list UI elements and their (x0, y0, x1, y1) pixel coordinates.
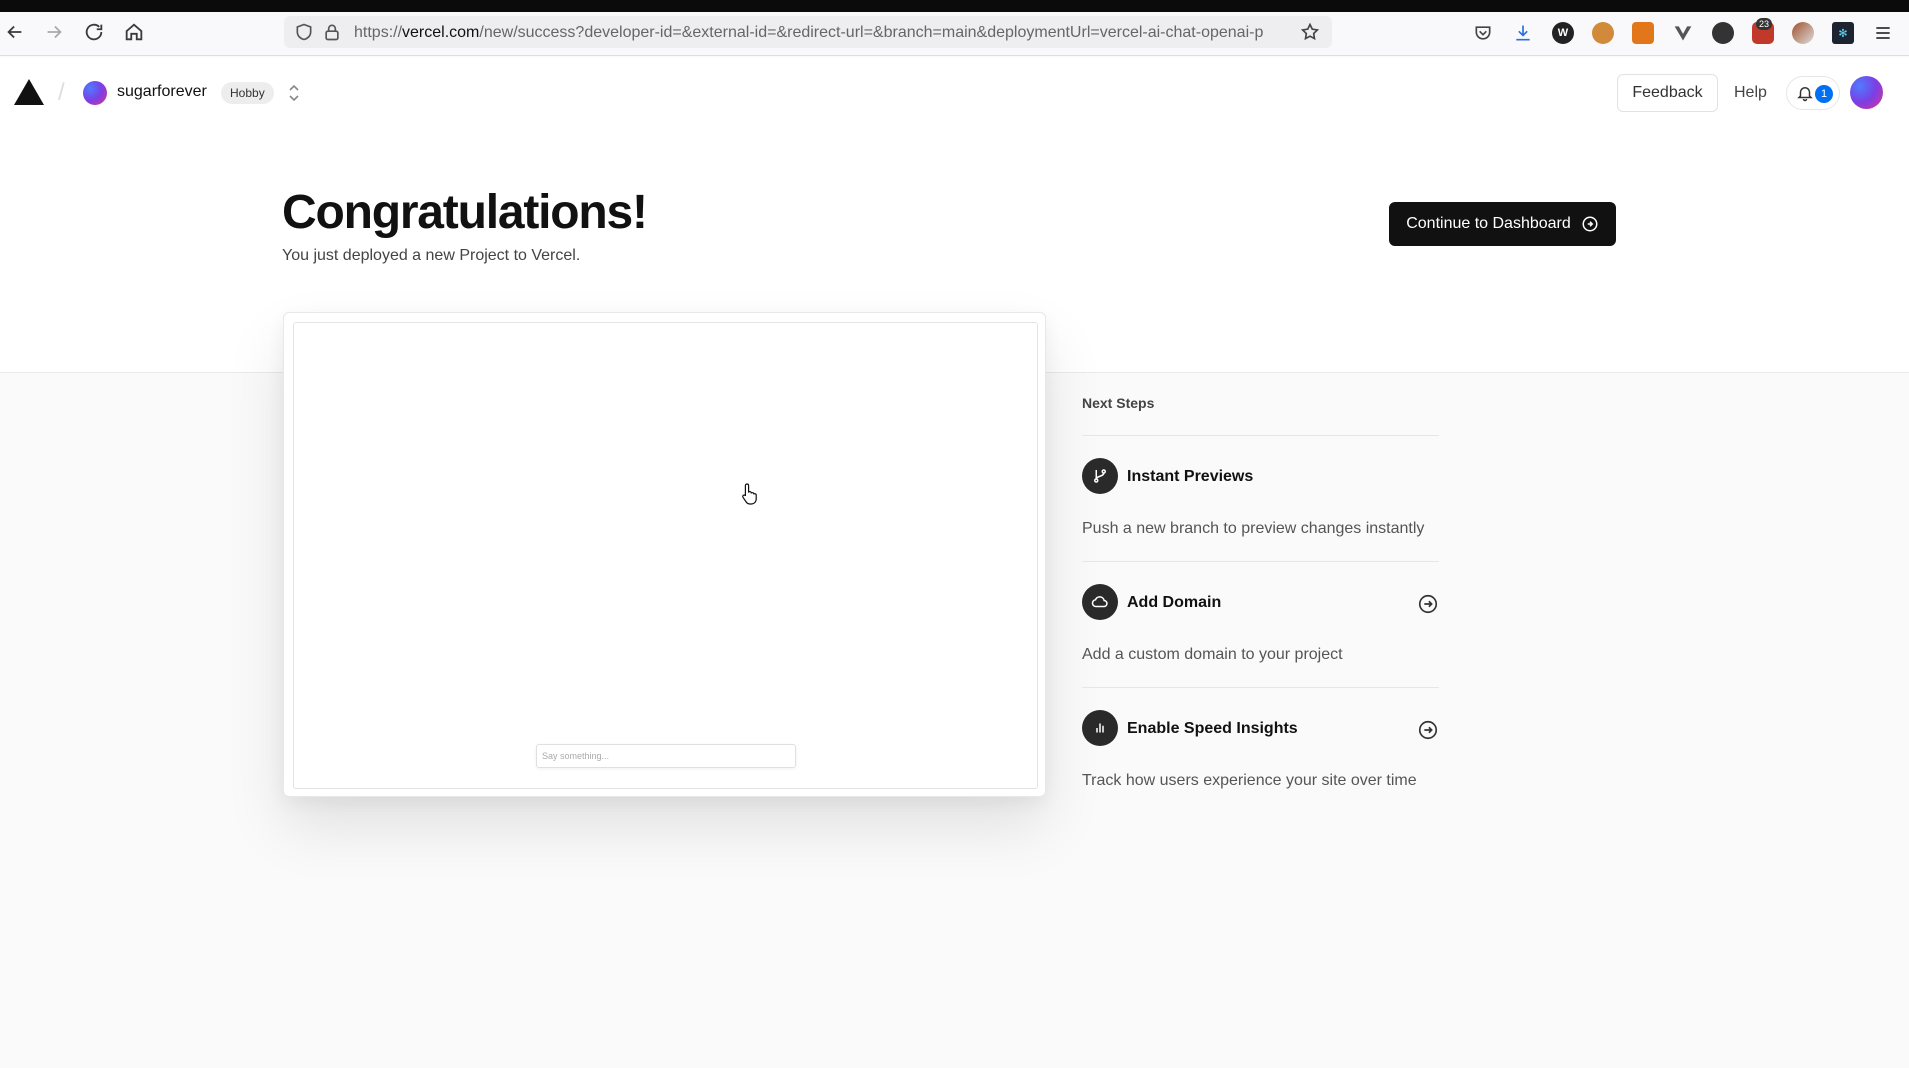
cookie-icon[interactable] (1592, 22, 1614, 44)
deployment-preview-screenshot[interactable]: Say something... (293, 322, 1038, 789)
cloud-icon (1082, 584, 1118, 620)
reload-icon[interactable] (83, 21, 105, 43)
team-name[interactable]: sugarforever (117, 83, 207, 101)
help-link[interactable]: Help (1734, 84, 1767, 102)
next-step-speed-insights[interactable]: Enable Speed Insights Track how users ex… (1082, 688, 1439, 814)
continue-to-dashboard-button[interactable]: Continue to Dashboard (1389, 202, 1616, 246)
next-step-instant-previews[interactable]: Instant Previews Push a new branch to pr… (1082, 436, 1439, 562)
hand-pointer-cursor-icon (742, 483, 757, 505)
next-step-name: Add Domain (1127, 594, 1222, 611)
url-host: vercel.com (402, 24, 480, 41)
breadcrumb-separator: / (58, 79, 65, 106)
next-step-name: Enable Speed Insights (1127, 720, 1298, 737)
window-top-strip (0, 0, 1909, 12)
team-switcher-chevrons-icon[interactable] (287, 81, 301, 105)
team-avatar[interactable] (83, 81, 107, 105)
arrow-circle-right-icon[interactable] (1417, 593, 1439, 615)
preview-chat-input: Say something... (536, 744, 796, 768)
forward-icon[interactable] (43, 21, 65, 43)
arrow-circle-right-icon (1582, 216, 1598, 232)
preview-chat-placeholder: Say something... (542, 751, 610, 761)
react-devtools-icon[interactable]: ✻ (1832, 22, 1854, 44)
url-text[interactable]: https://vercel.com/new/success?developer… (354, 24, 1294, 42)
page-title: Congratulations! (282, 186, 648, 239)
back-icon[interactable] (4, 21, 26, 43)
dark-mode-icon[interactable] (1712, 22, 1734, 44)
tampermonkey-icon[interactable] (1792, 22, 1814, 44)
bell-icon (1796, 84, 1814, 102)
wikipedia-icon[interactable]: W (1552, 22, 1574, 44)
vue-devtools-icon[interactable] (1672, 22, 1694, 44)
next-step-description: Track how users experience your site ove… (1082, 772, 1417, 789)
url-prefix: https:// (354, 24, 403, 41)
continue-to-dashboard-label: Continue to Dashboard (1406, 215, 1571, 232)
user-avatar[interactable] (1850, 76, 1883, 109)
next-step-description: Push a new branch to preview changes ins… (1082, 520, 1425, 537)
deployment-preview-card[interactable]: Say something... (283, 312, 1046, 797)
next-step-description: Add a custom domain to your project (1082, 646, 1343, 663)
tracking-shield-icon[interactable] (294, 22, 314, 42)
home-icon[interactable] (123, 21, 145, 43)
ublock-count-badge: 23 (1756, 18, 1773, 30)
url-path: /new/success?developer-id=&external-id=&… (479, 24, 1264, 41)
download-icon[interactable] (1512, 22, 1534, 44)
bookmark-star-icon[interactable] (1300, 22, 1320, 42)
menu-icon[interactable] (1872, 22, 1894, 44)
next-steps-panel: Next Steps Instant Previews Push a new b… (1082, 395, 1439, 814)
vercel-logo-icon[interactable] (14, 79, 44, 105)
metamask-icon[interactable] (1632, 22, 1654, 44)
address-bar[interactable]: https://vercel.com/new/success?developer… (284, 16, 1332, 48)
next-steps-title: Next Steps (1082, 395, 1439, 436)
bar-chart-icon (1082, 710, 1118, 746)
next-step-name: Instant Previews (1127, 468, 1254, 485)
next-step-add-domain[interactable]: Add Domain Add a custom domain to your p… (1082, 562, 1439, 688)
arrow-circle-right-icon[interactable] (1417, 719, 1439, 741)
app-header: / sugarforever Hobby Feedback Help 1 (0, 57, 1909, 127)
notification-count-badge: 1 (1815, 85, 1833, 103)
git-branch-icon (1082, 458, 1118, 494)
lock-icon[interactable] (322, 22, 342, 42)
notifications-button[interactable]: 1 (1786, 76, 1840, 110)
page-subtitle: You just deployed a new Project to Verce… (282, 247, 581, 264)
plan-badge: Hobby (221, 82, 274, 104)
browser-toolbar: https://vercel.com/new/success?developer… (0, 12, 1909, 56)
feedback-button[interactable]: Feedback (1617, 74, 1718, 112)
pocket-icon[interactable] (1472, 22, 1494, 44)
